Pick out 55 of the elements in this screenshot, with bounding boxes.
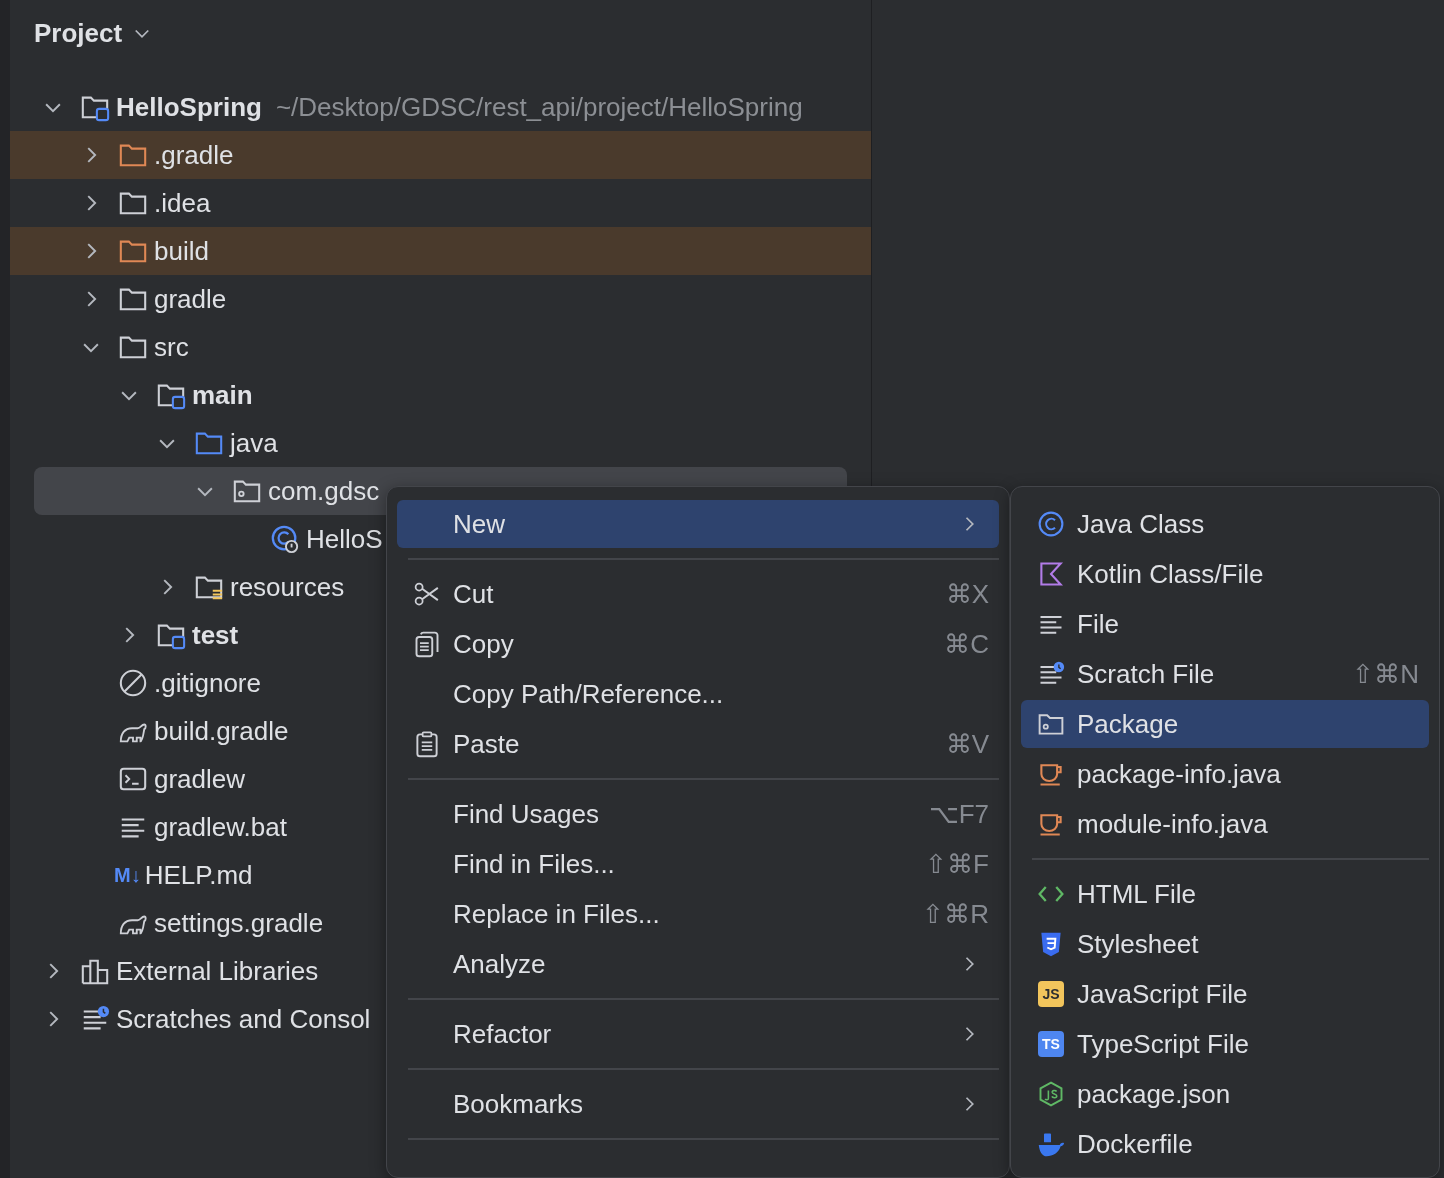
item-label: main: [192, 379, 253, 411]
menu-item-label: Copy: [453, 628, 515, 660]
menu-item-label: Package: [1077, 708, 1180, 740]
item-label: HelloSpring: [116, 91, 262, 123]
item-label: com.gdsc: [268, 475, 380, 507]
shortcut-label: ⇧⌘R: [922, 898, 989, 930]
shortcut-label: ⌘X: [945, 578, 989, 610]
menu-item-label: Find in Files...: [453, 848, 616, 880]
menu-item-label: package.json: [1077, 1078, 1232, 1110]
item-label: src: [154, 331, 189, 363]
menu-item-label: Kotlin Class/File: [1077, 558, 1265, 590]
project-path: ~/Desktop/GDSC/rest_api/project/HelloSpring: [275, 91, 803, 123]
item-label: Scratches and Consol: [116, 1003, 371, 1035]
menu-item-label: Analyze: [453, 948, 547, 980]
item-label: gradlew.bat: [154, 811, 287, 843]
item-label: .gitignore: [154, 667, 261, 699]
item-label: .gradle: [154, 139, 234, 171]
item-label: build: [154, 235, 209, 267]
item-label: .idea: [154, 187, 211, 219]
ts-file-icon: TS: [1038, 1031, 1064, 1057]
shortcut-label: ⌥F7: [928, 798, 989, 830]
menu-item-label: Bookmarks: [453, 1088, 585, 1120]
menu-item-label: Scratch File: [1077, 658, 1216, 690]
menu-item-label: Stylesheet: [1077, 928, 1200, 960]
menu-item-label: module-info.java: [1077, 808, 1269, 840]
item-label: settings.gradle: [154, 907, 324, 939]
menu-item-label: Cut: [453, 578, 495, 610]
menu-item-label: TypeScript File: [1077, 1028, 1250, 1060]
menu-item-label: package-info.java: [1077, 758, 1282, 790]
shortcut-label: ⇧⌘F: [925, 848, 989, 880]
menu-item-label: JavaScript File: [1077, 978, 1249, 1010]
item-label: test: [192, 619, 239, 651]
item-label: gradle: [154, 283, 227, 315]
menu-item-label: File: [1077, 608, 1120, 640]
item-label: java: [230, 427, 278, 459]
js-file-icon: JS: [1038, 981, 1064, 1007]
markdown-icon: M↓: [114, 863, 141, 887]
item-label: HELP.md: [144, 859, 253, 891]
item-label: build.gradle: [154, 715, 289, 747]
menu-item-label: Dockerfile: [1077, 1128, 1194, 1160]
item-label: gradlew: [154, 763, 246, 795]
item-label: resources: [230, 571, 345, 603]
menu-item-label: Refactor: [453, 1018, 553, 1050]
menu-item-label: Find Usages: [453, 798, 600, 830]
item-label: HelloS: [306, 523, 383, 555]
menu-item-label: New: [453, 508, 506, 540]
shortcut-label: ⌘V: [945, 728, 989, 760]
shortcut-label: ⇧⌘N: [1352, 658, 1419, 690]
menu-item-label: Paste: [453, 728, 521, 760]
menu-item-label: Replace in Files...: [453, 898, 661, 930]
item-label: External Libraries: [116, 955, 319, 987]
menu-item-label: Java Class: [1077, 508, 1206, 540]
menu-item-label: HTML File: [1077, 878, 1197, 910]
shortcut-label: ⌘C: [944, 628, 989, 660]
menu-item-label: Copy Path/Reference...: [453, 678, 725, 710]
